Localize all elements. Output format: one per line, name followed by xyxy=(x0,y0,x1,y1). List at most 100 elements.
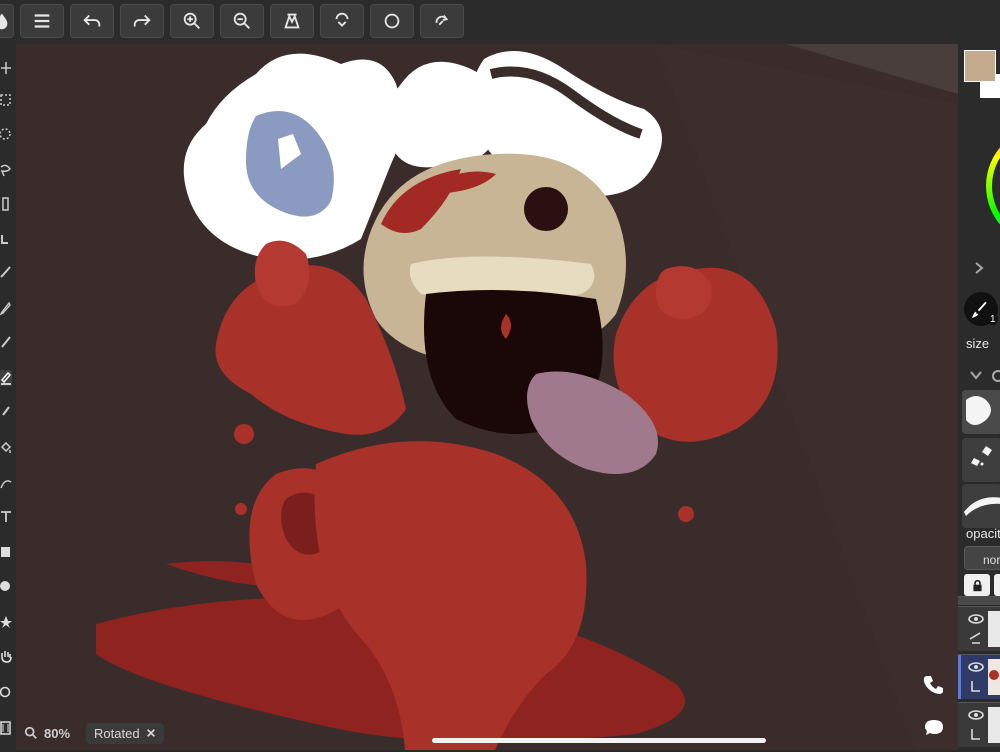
hand-icon xyxy=(1,651,12,663)
brush-stroke-preview xyxy=(971,446,992,466)
symmetry-icon xyxy=(435,14,449,26)
rect-select-icon xyxy=(0,94,11,106)
symmetry-button[interactable] xyxy=(420,4,464,38)
undo-button[interactable] xyxy=(70,4,114,38)
redo-icon xyxy=(133,14,151,27)
left-tool-strip xyxy=(0,44,16,750)
pencil-tool[interactable] xyxy=(0,334,12,350)
curve-icon xyxy=(0,480,12,489)
brush-icon xyxy=(0,266,11,278)
stabilizer-icon xyxy=(335,12,349,27)
rect-select-tool[interactable] xyxy=(0,92,12,108)
expand-panel-button[interactable] xyxy=(972,260,986,276)
chevron-down-icon xyxy=(970,371,982,380)
hand-tool[interactable] xyxy=(0,648,12,664)
collapse-brushes-button[interactable] xyxy=(968,368,984,382)
circle-icon xyxy=(384,13,400,29)
text-tool[interactable] xyxy=(0,508,12,524)
lock-icon xyxy=(972,579,982,591)
layer-item[interactable] xyxy=(958,702,1000,747)
zoom-in-button[interactable] xyxy=(170,4,214,38)
rectangle-tool[interactable] xyxy=(0,544,12,560)
text-icon xyxy=(1,511,11,522)
film-tool[interactable] xyxy=(0,720,12,736)
move-icon xyxy=(1,62,11,74)
move-tool[interactable] xyxy=(0,60,12,76)
paint-bucket-icon xyxy=(0,441,12,453)
artwork xyxy=(96,44,958,750)
layer-controls xyxy=(958,655,1000,699)
call-button[interactable] xyxy=(922,673,948,699)
status-bar: 80% Rotated xyxy=(20,720,164,746)
brush-thumbnail[interactable] xyxy=(962,390,1000,434)
transform-icon xyxy=(2,197,9,211)
opacity-label: opacit xyxy=(966,526,1000,541)
pencil-icon xyxy=(1,336,11,348)
layer-item[interactable] xyxy=(958,596,1000,605)
lasso-tool[interactable] xyxy=(0,162,12,178)
bucket-icon xyxy=(1,235,8,244)
magnifier-icon xyxy=(24,726,37,739)
drawing-canvas[interactable] xyxy=(16,44,958,750)
layer-controls xyxy=(968,707,1000,743)
hamburger-icon xyxy=(34,14,50,28)
layer-controls xyxy=(968,611,1000,647)
zoom-indicator[interactable]: 80% xyxy=(20,723,78,744)
lasso-button[interactable] xyxy=(370,4,414,38)
film-icon xyxy=(0,721,11,735)
droplet-icon xyxy=(0,13,8,30)
ellipse-tool[interactable] xyxy=(0,578,12,594)
chat-button[interactable] xyxy=(922,716,948,742)
lasso-icon xyxy=(0,164,11,177)
eraser-tool[interactable] xyxy=(0,370,12,386)
ellipse-icon xyxy=(0,581,10,591)
blend-mode-value: nor xyxy=(983,553,1000,567)
stabilizer-button[interactable] xyxy=(320,4,364,38)
layer-item[interactable] xyxy=(958,606,1000,651)
lock-layer-button[interactable] xyxy=(964,574,990,596)
brush-size-badge: 1 xyxy=(988,314,998,325)
fill-tool[interactable] xyxy=(0,232,12,248)
zoom-in-icon xyxy=(183,12,200,29)
home-indicator[interactable] xyxy=(432,738,766,743)
curve-tool[interactable] xyxy=(0,476,12,492)
rotated-label: Rotated xyxy=(94,725,140,741)
layer-item-selected[interactable] xyxy=(958,654,1000,699)
undo-icon xyxy=(83,14,101,27)
brush-thumbnail[interactable] xyxy=(962,438,1000,482)
rectangle-icon xyxy=(1,547,10,557)
rotate-icon xyxy=(0,686,11,698)
rotated-indicator[interactable]: Rotated xyxy=(86,722,164,744)
brush-tool[interactable] xyxy=(0,264,12,280)
paint-bucket-tool[interactable] xyxy=(0,440,12,456)
brush-stroke-preview xyxy=(966,396,991,425)
pen-tool[interactable] xyxy=(0,300,12,316)
brush-thumbnail[interactable] xyxy=(962,484,1000,528)
primary-color-swatch[interactable] xyxy=(964,50,996,82)
eraser-icon xyxy=(0,371,12,385)
zoom-out-button[interactable] xyxy=(220,4,264,38)
layer-action-button[interactable] xyxy=(994,574,1000,596)
reset-rotation-button[interactable] xyxy=(146,726,156,741)
blend-mode-select[interactable]: nor xyxy=(964,546,1000,570)
menu-button[interactable] xyxy=(20,4,64,38)
reference-icon xyxy=(284,13,300,29)
close-icon xyxy=(146,728,155,737)
brush-category-icon[interactable] xyxy=(992,370,1000,382)
ellipse-select-tool[interactable] xyxy=(0,126,12,142)
ellipse-select-icon xyxy=(0,128,11,140)
rotate-tool[interactable] xyxy=(0,684,12,700)
star-icon xyxy=(0,616,12,628)
size-label: size xyxy=(966,336,990,351)
redo-button[interactable] xyxy=(120,4,164,38)
star-tool[interactable] xyxy=(0,614,12,630)
pen-icon xyxy=(0,301,11,315)
zoom-value: 80% xyxy=(44,725,71,741)
brush-stroke-preview xyxy=(964,497,1000,516)
transform-tool[interactable] xyxy=(0,196,12,212)
zoom-out-icon xyxy=(233,12,250,29)
reference-button[interactable] xyxy=(270,4,314,38)
smudge-tool[interactable] xyxy=(0,404,12,420)
phone-icon xyxy=(923,676,943,694)
app-menu-button[interactable] xyxy=(0,4,14,38)
